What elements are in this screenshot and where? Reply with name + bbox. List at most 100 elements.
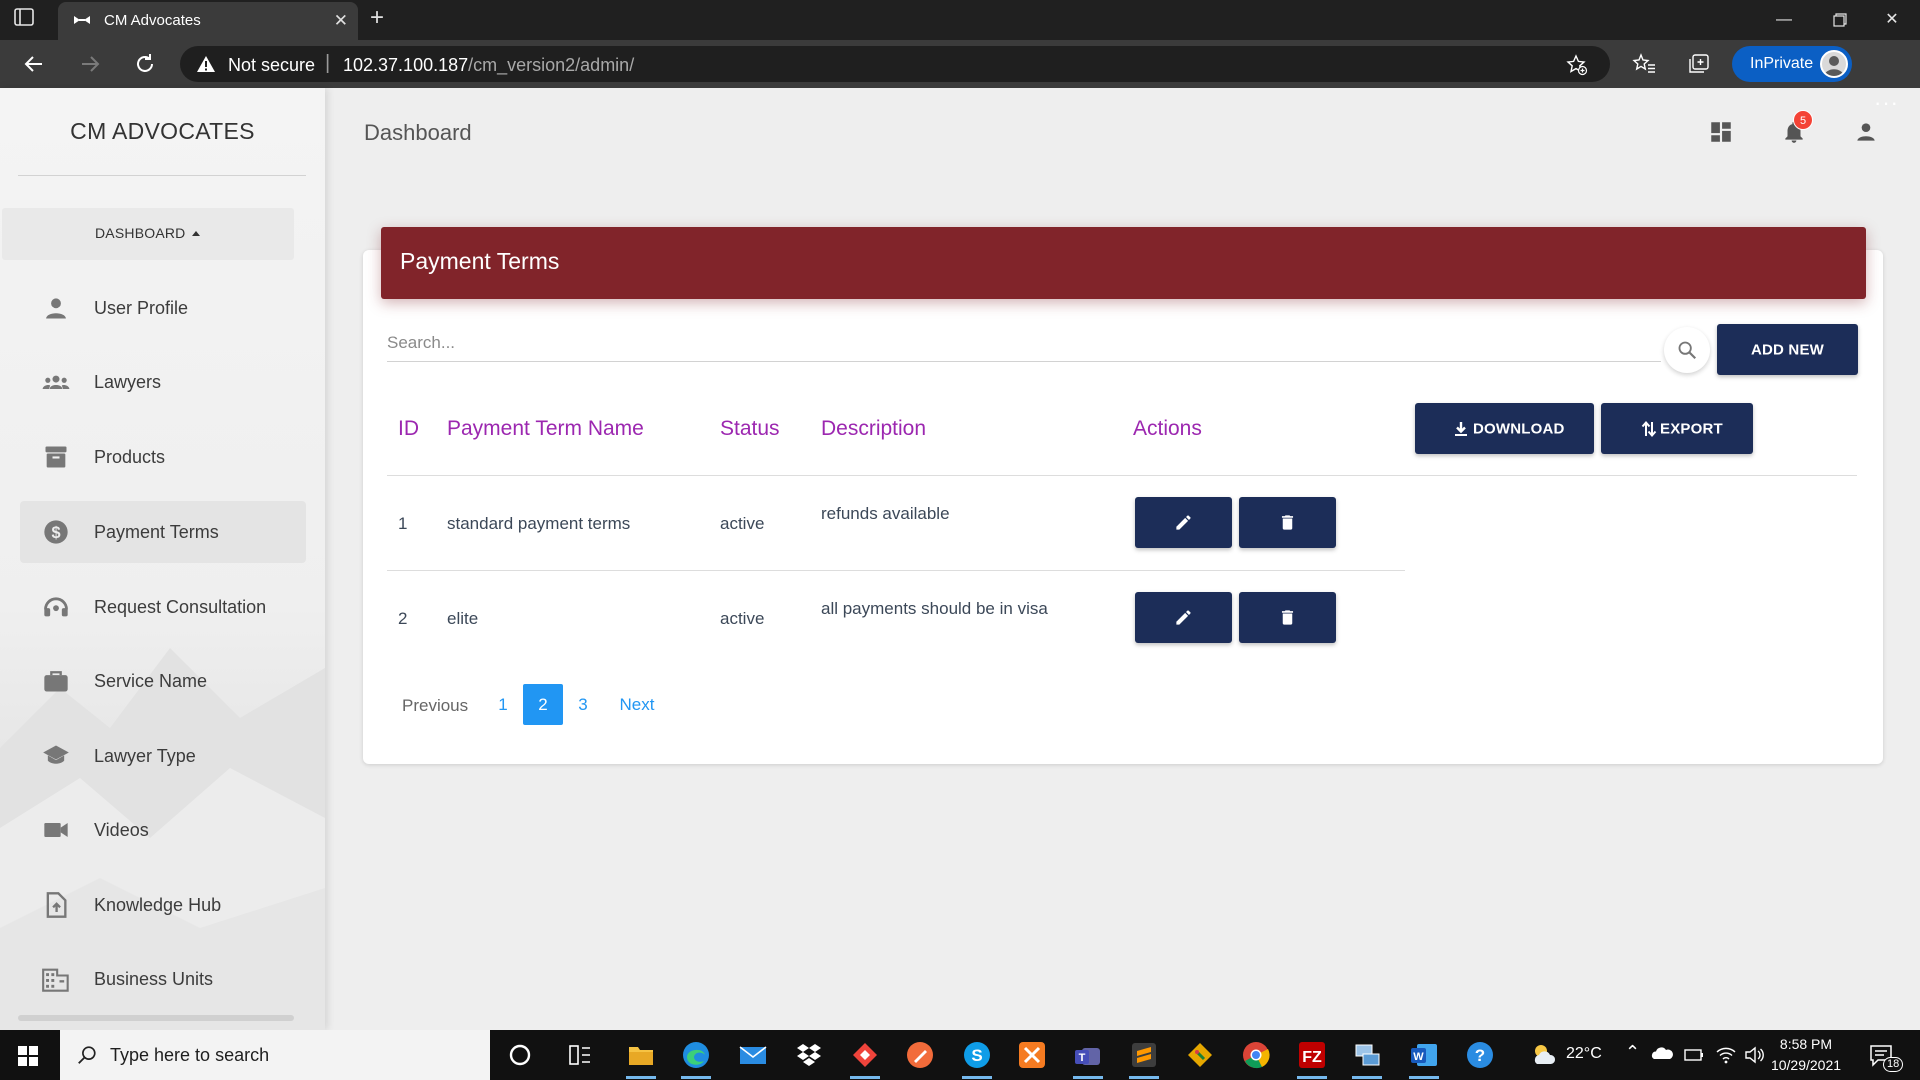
sidebar-item-label: Payment Terms [94,522,219,542]
address-bar[interactable]: Not secure | 102.37.100.187/cm_version2/… [180,46,1610,82]
table-header-divider [387,475,1857,476]
sidebar-item-knowledge-hub[interactable]: Knowledge Hub [20,874,306,936]
sidebar-item-business-units[interactable]: Business Units [20,948,306,1010]
export-button[interactable]: EXPORT [1601,403,1753,454]
xampp-icon[interactable] [1017,1040,1047,1070]
clock-time: 8:58 PM [1779,1036,1833,1052]
sidebar-item-lawyer-type[interactable]: Lawyer Type [20,725,306,787]
taskbar-search[interactable]: Type here to search [60,1030,490,1080]
security-status[interactable]: Not secure [228,55,315,76]
collections-icon[interactable] [1687,53,1711,75]
sidebar-item-label: Videos [94,820,149,840]
sidebar-item-payment-terms[interactable]: $ Payment Terms [20,501,306,563]
inprivate-button[interactable]: InPrivate [1732,46,1852,82]
pagination-page-2[interactable]: 2 [523,684,563,725]
site-favicon-icon [72,13,92,27]
pagination-page-1[interactable]: 1 [490,684,516,725]
filezilla-icon[interactable]: FZ [1297,1040,1327,1079]
refresh-icon[interactable] [133,52,157,76]
sidebar-item-service-name[interactable]: Service Name [20,650,306,712]
taskbar-clock[interactable]: 8:58 PM 10/29/2021 [1770,1034,1842,1076]
column-header-id: ID [398,417,419,440]
inprivate-label: InPrivate [1750,55,1814,72]
weather-temperature[interactable]: 22°C [1566,1045,1602,1063]
add-new-button[interactable]: ADD NEW [1717,324,1858,375]
brand-title[interactable]: CM ADVOCATES [0,118,325,145]
forward-icon[interactable] [78,52,102,76]
warning-icon[interactable] [196,55,216,73]
school-icon [42,742,70,770]
sidebar-item-products[interactable]: Products [20,426,306,488]
edit-button[interactable] [1135,592,1232,643]
weather-icon[interactable] [1529,1040,1559,1070]
sidebar-item-lawyers[interactable]: Lawyers [20,351,306,413]
windows-start-icon[interactable] [18,1046,38,1066]
task-view-icon[interactable] [565,1040,595,1070]
dashboard-grid-icon[interactable] [1708,119,1734,145]
edge-browser-icon[interactable] [681,1040,711,1079]
minimize-icon[interactable]: — [1756,0,1812,40]
tab-actions-icon[interactable] [14,8,46,32]
sidebar-item-videos[interactable]: Videos [20,799,306,861]
pagination-previous[interactable]: Previous [402,696,468,716]
wifi-icon[interactable] [1715,1044,1737,1066]
delete-button[interactable] [1239,592,1336,643]
sidebar-item-label: Request Consultation [94,597,267,617]
dropbox-icon[interactable] [794,1040,824,1070]
new-tab-icon[interactable]: + [370,4,384,32]
cortana-icon[interactable] [505,1040,535,1070]
restore-icon[interactable] [1812,0,1868,40]
search-input[interactable] [387,324,1661,362]
anydesk-icon[interactable] [850,1040,880,1079]
word-icon[interactable]: W [1409,1040,1439,1079]
search-button[interactable] [1664,327,1710,373]
sidebar-item-user-profile[interactable]: User Profile [20,277,306,339]
dashboard-toggle[interactable]: DASHBOARD [2,208,294,260]
tab-title: CM Advocates [104,12,201,29]
sublime-text-icon[interactable] [1129,1040,1159,1079]
account-icon[interactable] [1853,119,1879,145]
delete-button[interactable] [1239,497,1336,548]
person-icon [42,294,70,322]
help-icon[interactable]: ? [1465,1040,1495,1070]
close-window-icon[interactable]: ✕ [1864,0,1920,40]
column-header-actions: Actions [1133,417,1202,440]
column-header-name: Payment Term Name [447,417,644,440]
page-title[interactable]: Dashboard [364,120,472,146]
url-text[interactable]: 102.37.100.187/cm_version2/admin/ [343,55,634,76]
chevron-up-icon[interactable]: ⌃ [1625,1042,1640,1063]
row-divider [387,570,1405,571]
divider [18,175,306,176]
add-favorite-icon[interactable] [1566,54,1588,76]
sidebar-scrollbar[interactable] [18,1015,294,1021]
remote-desktop-icon[interactable] [1352,1040,1382,1079]
edit-button[interactable] [1135,497,1232,548]
profile-avatar [1820,50,1848,78]
cell-status: active [720,514,765,533]
delete-icon [1281,515,1294,530]
back-icon[interactable] [22,52,46,76]
teams-icon[interactable]: T [1073,1040,1103,1079]
chrome-icon[interactable] [1241,1040,1271,1070]
more-options-icon[interactable]: ··· [1874,90,1899,116]
sidebar-item-label: Knowledge Hub [94,895,222,915]
pagination-page-3[interactable]: 3 [570,684,596,725]
add-new-label: ADD NEW [1750,341,1825,358]
git-icon[interactable] [1185,1040,1215,1070]
tab-close-icon[interactable]: ✕ [334,11,348,31]
volume-icon[interactable] [1744,1044,1766,1066]
download-button[interactable]: DOWNLOAD [1415,403,1594,454]
postman-icon[interactable] [905,1040,935,1070]
file-explorer-icon[interactable] [626,1040,656,1079]
cell-description: refunds available [821,504,950,523]
svg-text:?: ? [1475,1046,1485,1065]
sidebar-item-request-consultation[interactable]: Request Consultation [20,576,306,638]
mail-icon[interactable] [738,1040,768,1070]
pagination-next[interactable]: Next [612,684,662,725]
browser-tab[interactable]: CM Advocates ✕ [58,2,358,40]
battery-icon[interactable] [1683,1044,1705,1066]
skype-icon[interactable]: S [962,1040,992,1079]
cell-name: elite [447,609,479,628]
favorites-icon[interactable] [1632,53,1656,75]
onedrive-icon[interactable] [1651,1042,1673,1064]
